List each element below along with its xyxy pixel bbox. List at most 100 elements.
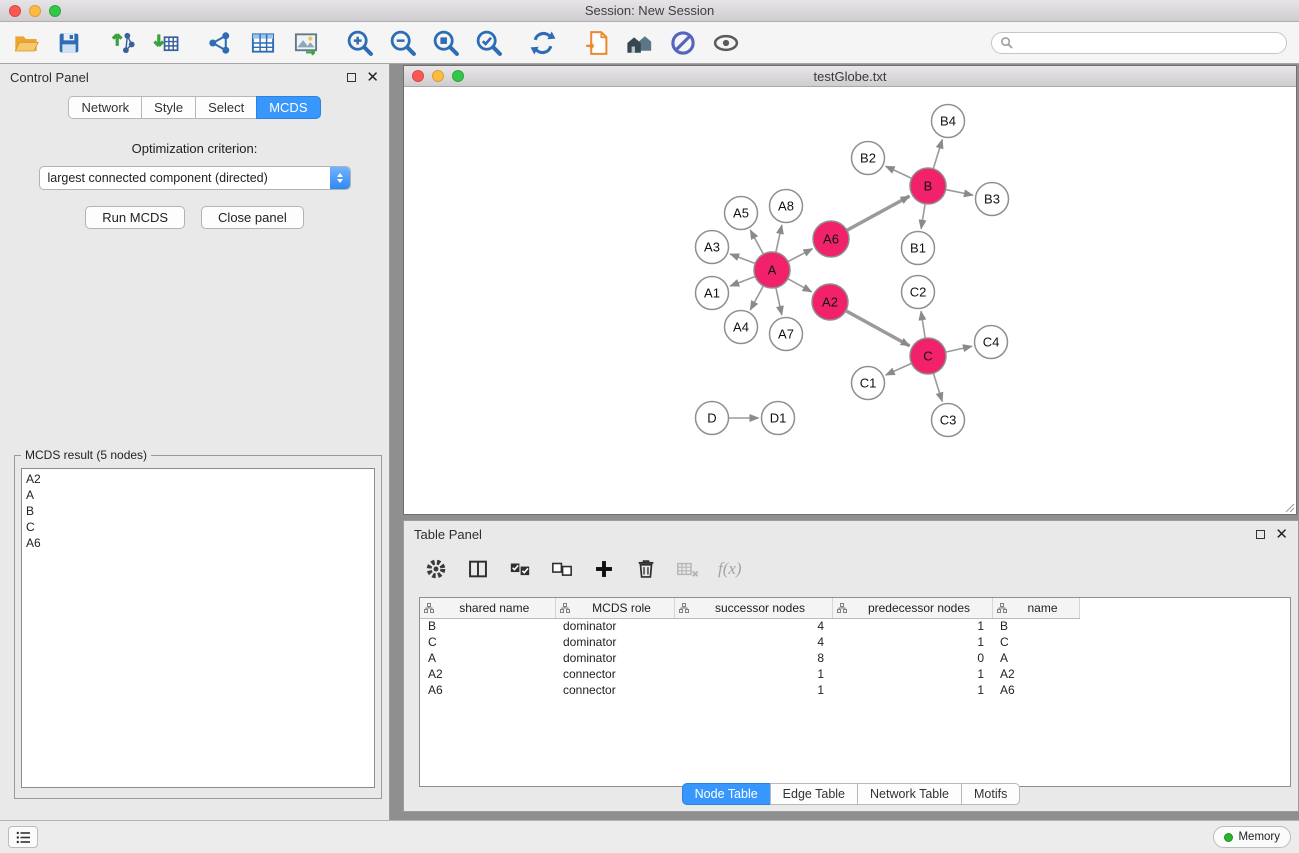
first-neighbors-icon[interactable] — [626, 29, 654, 57]
tab-motifs[interactable]: Motifs — [961, 783, 1020, 805]
import-table-from-file-icon[interactable] — [152, 29, 180, 57]
mcds-result-list[interactable]: A2 A B C A6 — [21, 468, 375, 788]
tab-node-table[interactable]: Node Table — [682, 783, 771, 805]
open-file-icon[interactable] — [583, 29, 611, 57]
column-header-successor-nodes[interactable]: successor nodes — [674, 598, 832, 618]
cell-predecessor-nodes[interactable]: 1 — [832, 618, 992, 634]
network-canvas[interactable]: B4B2BB3A5A8A6B1A3AC2A1A2A4A7C4CC1C3DD1 — [404, 87, 1296, 514]
cell-predecessor-nodes[interactable]: 1 — [832, 634, 992, 650]
table-row[interactable]: A2 connector 1 1 A2 — [420, 666, 1079, 682]
cell-shared-name[interactable]: A6 — [420, 682, 555, 698]
resize-grip-icon[interactable] — [1283, 501, 1295, 513]
table-row[interactable]: C dominator 4 1 C — [420, 634, 1079, 650]
graph-edge[interactable] — [921, 204, 925, 229]
graph-edge[interactable] — [788, 249, 812, 262]
memory-button[interactable]: Memory — [1213, 826, 1291, 848]
import-network-from-file-icon[interactable] — [109, 29, 137, 57]
gear-icon[interactable] — [424, 557, 448, 581]
column-header-name[interactable]: name — [992, 598, 1079, 618]
graph-edge[interactable] — [847, 196, 910, 230]
graph-edge[interactable] — [921, 311, 925, 338]
cell-predecessor-nodes[interactable]: 1 — [832, 666, 992, 682]
cell-mcds-role[interactable]: dominator — [555, 618, 674, 634]
new-network-icon[interactable] — [206, 29, 234, 57]
table-row[interactable]: A dominator 8 0 A — [420, 650, 1079, 666]
tab-select[interactable]: Select — [195, 96, 257, 119]
open-session-icon[interactable] — [12, 29, 40, 57]
zoom-selected-icon[interactable] — [475, 29, 503, 57]
result-item[interactable]: A2 — [26, 471, 370, 487]
tab-style[interactable]: Style — [141, 96, 196, 119]
graph-edge[interactable] — [750, 286, 763, 310]
cell-successor-nodes[interactable]: 8 — [674, 650, 832, 666]
graph-edge[interactable] — [886, 363, 912, 375]
cell-mcds-role[interactable]: dominator — [555, 634, 674, 650]
cell-name[interactable]: A2 — [992, 666, 1079, 682]
column-header-predecessor-nodes[interactable]: predecessor nodes — [832, 598, 992, 618]
close-panel-icon[interactable]: ✕ — [366, 70, 379, 85]
tab-network-table[interactable]: Network Table — [857, 783, 962, 805]
table-row[interactable]: B dominator 4 1 B — [420, 618, 1079, 634]
cell-mcds-role[interactable]: connector — [555, 666, 674, 682]
task-history-button[interactable] — [8, 826, 38, 848]
table-float-panel-icon[interactable] — [1256, 530, 1265, 539]
table-row[interactable]: A6 connector 1 1 A6 — [420, 682, 1079, 698]
add-row-icon[interactable] — [592, 557, 616, 581]
optimization-criterion-dropdown[interactable]: largest connected component (directed) — [39, 166, 351, 190]
graph-edge[interactable] — [946, 346, 972, 352]
result-item[interactable]: B — [26, 503, 370, 519]
column-header-shared-name[interactable]: shared name — [420, 598, 555, 618]
new-table-icon[interactable] — [249, 29, 277, 57]
cell-name[interactable]: A6 — [992, 682, 1079, 698]
float-panel-icon[interactable] — [347, 73, 356, 82]
cell-predecessor-nodes[interactable]: 1 — [832, 682, 992, 698]
export-image-icon[interactable] — [292, 29, 320, 57]
cell-name[interactable]: B — [992, 618, 1079, 634]
result-item[interactable]: C — [26, 519, 370, 535]
graph-edge[interactable] — [933, 373, 942, 401]
select-all-icon[interactable] — [508, 557, 532, 581]
tab-network[interactable]: Network — [68, 96, 142, 119]
cell-name[interactable]: C — [992, 634, 1079, 650]
graph-edge[interactable] — [933, 140, 942, 169]
graph-edge[interactable] — [846, 311, 910, 346]
cell-shared-name[interactable]: A — [420, 650, 555, 666]
run-mcds-button[interactable]: Run MCDS — [85, 206, 185, 229]
unselect-all-icon[interactable] — [550, 557, 574, 581]
graph-edge[interactable] — [776, 288, 782, 315]
hide-selected-icon[interactable] — [669, 29, 697, 57]
graph-edge[interactable] — [788, 279, 812, 292]
graph-edge[interactable] — [886, 166, 912, 178]
tab-edge-table[interactable]: Edge Table — [770, 783, 858, 805]
cell-name[interactable]: A — [992, 650, 1079, 666]
result-item[interactable]: A — [26, 487, 370, 503]
cell-shared-name[interactable]: A2 — [420, 666, 555, 682]
show-graphics-details-icon[interactable] — [712, 29, 740, 57]
cell-shared-name[interactable]: C — [420, 634, 555, 650]
graph-edge[interactable] — [730, 254, 755, 264]
columns-icon[interactable] — [466, 557, 490, 581]
graph-edge[interactable] — [730, 276, 755, 286]
cell-mcds-role[interactable]: dominator — [555, 650, 674, 666]
cell-successor-nodes[interactable]: 4 — [674, 634, 832, 650]
save-session-icon[interactable] — [55, 29, 83, 57]
search-input[interactable] — [1018, 36, 1278, 50]
result-item[interactable]: A6 — [26, 535, 370, 551]
graph-edge[interactable] — [750, 230, 763, 254]
table-close-panel-icon[interactable]: ✕ — [1275, 527, 1288, 542]
zoom-out-icon[interactable] — [389, 29, 417, 57]
close-panel-button[interactable]: Close panel — [201, 206, 304, 229]
graph-edge[interactable] — [946, 190, 973, 196]
cell-shared-name[interactable]: B — [420, 618, 555, 634]
delete-row-icon[interactable] — [634, 557, 658, 581]
refresh-icon[interactable] — [529, 29, 557, 57]
cell-successor-nodes[interactable]: 1 — [674, 666, 832, 682]
zoom-fit-icon[interactable] — [432, 29, 460, 57]
cell-successor-nodes[interactable]: 4 — [674, 618, 832, 634]
cell-successor-nodes[interactable]: 1 — [674, 682, 832, 698]
tab-mcds[interactable]: MCDS — [256, 96, 320, 119]
cell-predecessor-nodes[interactable]: 0 — [832, 650, 992, 666]
cell-mcds-role[interactable]: connector — [555, 682, 674, 698]
graph-edge[interactable] — [776, 225, 782, 252]
zoom-in-icon[interactable] — [346, 29, 374, 57]
